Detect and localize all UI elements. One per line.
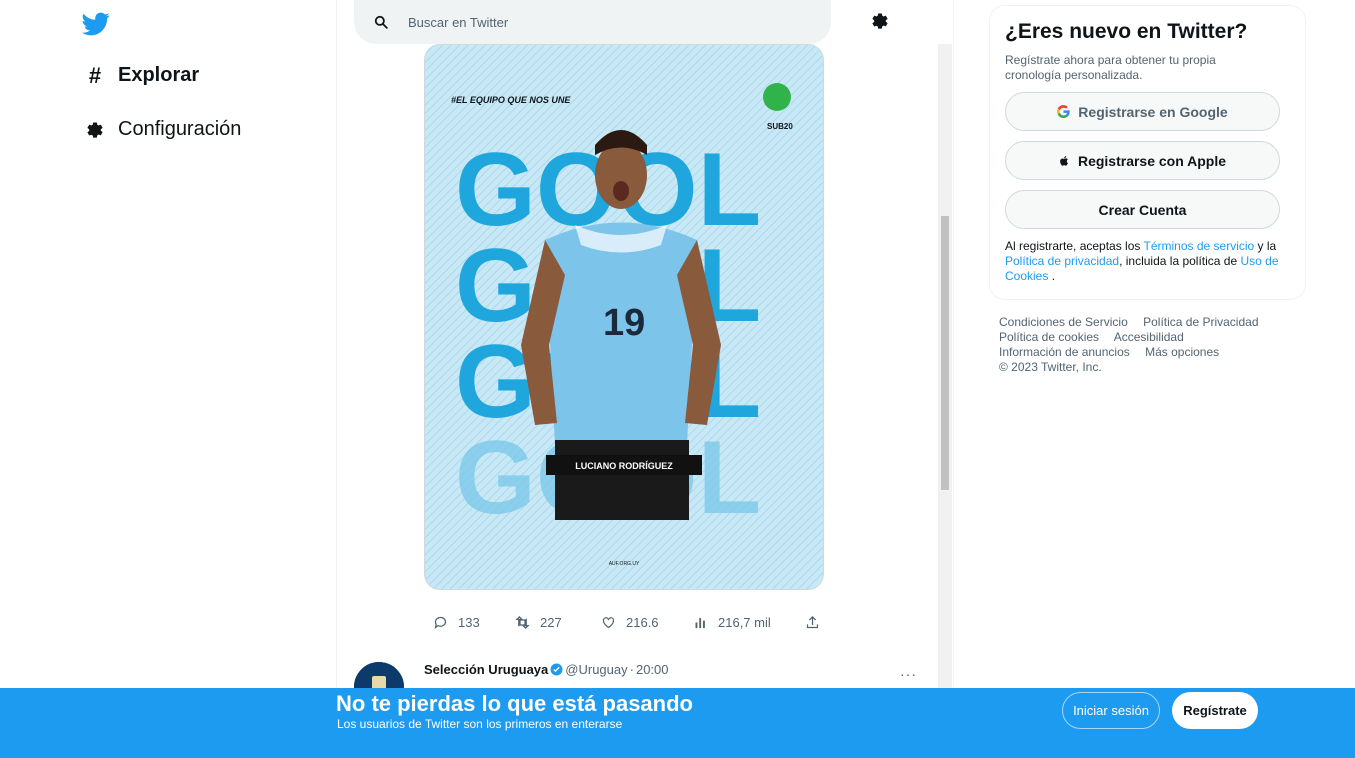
player-name: LUCIANO RODRÍGUEZ (575, 461, 673, 471)
nav-item-explorar[interactable]: # Explorar (84, 62, 200, 88)
author-handle: @Uruguay (565, 662, 628, 677)
retweet-button[interactable]: 227 (515, 615, 562, 630)
create-account-button[interactable]: Crear Cuenta (1005, 190, 1280, 229)
reply-button[interactable]: 133 (433, 615, 480, 630)
legal-text: y la (1254, 239, 1277, 253)
tweet-actions: 133 227 216.6 216,7 mil (433, 612, 823, 632)
footer-link[interactable]: Política de Privacidad (1143, 315, 1258, 329)
search-input[interactable] (408, 14, 788, 30)
signup-box: ¿Eres nuevo en Twitter? Regístrate ahora… (989, 5, 1306, 300)
nav-item-label: Configuración (118, 118, 242, 140)
verified-badge-icon (550, 663, 563, 676)
login-banner: No te pierdas lo que está pasando Los us… (0, 688, 1355, 758)
twitter-bird-icon[interactable] (80, 10, 112, 38)
scrollbar[interactable] (938, 44, 952, 688)
banner-title: No te pierdas lo que está pasando (336, 691, 693, 716)
hashtag-icon: # (88, 62, 102, 88)
apple-signup-label: Registrarse con Apple (1077, 152, 1227, 169)
footer-link[interactable]: Accesibilidad (1114, 330, 1184, 344)
tweet-header: Selección Uruguaya @Uruguay · 20:00 (424, 662, 669, 677)
nav-item-label: Explorar (118, 64, 200, 86)
tweet-time[interactable]: 20:00 (636, 662, 669, 677)
terms-link[interactable]: Términos de servicio (1144, 239, 1255, 253)
retweet-icon (515, 615, 530, 629)
scrollbar-thumb[interactable] (941, 216, 949, 490)
tournament-badge-icon (763, 83, 791, 111)
gear-icon (87, 121, 103, 138)
footer-link[interactable]: Más opciones (1145, 345, 1219, 359)
tweet-media-image[interactable]: GOOL GOOL GOOL GOOL #EL EQUIPO QUE NOS U… (424, 44, 824, 590)
gool-poster: GOOL GOOL GOOL GOOL #EL EQUIPO QUE NOS U… (425, 45, 823, 589)
footer-link[interactable]: Condiciones de Servicio (999, 315, 1128, 329)
share-icon (806, 615, 819, 628)
reply-count: 133 (458, 614, 480, 630)
legal-text: . (1051, 269, 1056, 283)
create-account-label: Crear Cuenta (1098, 201, 1187, 218)
badge-text: SUB20 (767, 122, 793, 131)
left-nav: # Explorar Configuración (0, 0, 336, 758)
copyright: © 2023 Twitter, Inc. (999, 360, 1102, 374)
hashtag-text: #EL EQUIPO QUE NOS UNE (451, 95, 571, 105)
more-options-icon[interactable]: ··· (900, 666, 917, 682)
like-count: 216.6 (626, 614, 659, 630)
legal-text: , incluida la política de (1119, 254, 1241, 268)
footer-links: Condiciones de Servicio Política de Priv… (999, 315, 1299, 375)
like-button[interactable]: 216.6 (601, 615, 659, 630)
apple-icon (1060, 155, 1068, 166)
author-name[interactable]: Selección Uruguaya (424, 662, 548, 677)
privacy-link[interactable]: Política de privacidad (1005, 254, 1119, 268)
signup-subtitle: Regístrate ahora para obtener tu propia … (1005, 53, 1216, 82)
legal-text: Al registrarte, aceptas los (1005, 239, 1144, 253)
reply-icon (434, 616, 447, 629)
google-signup-button[interactable]: Registrarse en Google (1005, 92, 1280, 131)
views-button[interactable]: 216,7 mil (693, 615, 771, 630)
views-chart-icon (695, 617, 705, 628)
login-button[interactable]: Iniciar sesión (1062, 692, 1160, 729)
jersey-number: 19 (603, 302, 645, 344)
views-count: 216,7 mil (718, 614, 771, 630)
separator-dot: · (629, 662, 634, 677)
nav-item-configuracion[interactable]: Configuración (84, 118, 241, 141)
footer-link[interactable]: Información de anuncios (999, 345, 1130, 359)
apple-signup-button[interactable]: Registrarse con Apple (1005, 141, 1280, 180)
google-icon (1057, 105, 1071, 118)
register-button[interactable]: Regístrate (1172, 692, 1258, 729)
retweet-count: 227 (540, 614, 562, 630)
settings-gear-icon[interactable] (869, 10, 891, 32)
search-icon (374, 15, 388, 29)
signup-legal: Al registrarte, aceptas los Términos de … (1005, 239, 1295, 284)
main-timeline: GOOL GOOL GOOL GOOL #EL EQUIPO QUE NOS U… (336, 0, 954, 758)
banner-subtitle: Los usuarios de Twitter son los primeros… (337, 717, 623, 731)
heart-icon (602, 616, 615, 628)
google-signup-label: Registrarse en Google (1078, 103, 1228, 120)
right-sidebar: ¿Eres nuevo en Twitter? Regístrate ahora… (989, 0, 1355, 700)
signup-title: ¿Eres nuevo en Twitter? (1005, 20, 1248, 43)
share-button[interactable] (805, 615, 820, 630)
search-bar[interactable] (354, 0, 831, 44)
media-footer-url: AUF.ORG.UY (609, 561, 640, 567)
footer-link[interactable]: Política de cookies (999, 330, 1099, 344)
